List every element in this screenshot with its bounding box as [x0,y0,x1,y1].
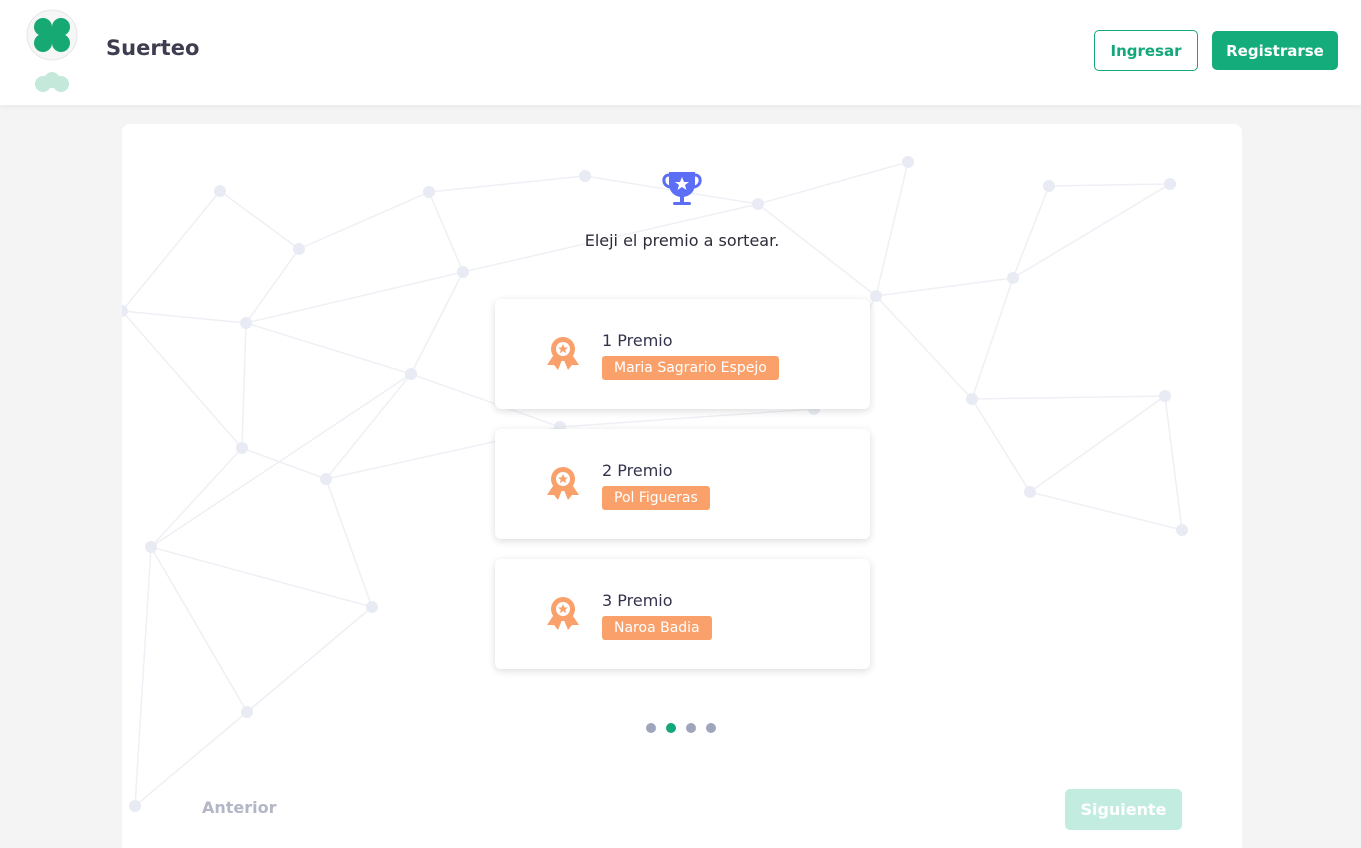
prize-title: 3 Premio [602,591,673,610]
prize-winner-badge: Pol Figueras [602,486,710,510]
prize-winner-badge: Naroa Badia [602,616,712,640]
pagination-dot-3[interactable] [686,723,696,733]
prize-title: 1 Premio [602,331,673,350]
prize-card-3[interactable]: 3 Premio Naroa Badia [495,559,870,669]
pagination-dot-1[interactable] [646,723,656,733]
prize-winner-badge: Maria Sagrario Espejo [602,356,779,380]
prize-title: 2 Premio [602,461,673,480]
previous-button[interactable]: Anterior [202,798,277,817]
prize-selection-panel: Eleji el premio a sortear. 1 Premio Mari… [122,124,1242,848]
next-button[interactable]: Siguiente [1065,789,1182,830]
brand-title: Suerteo [106,36,200,60]
clover-logo-icon[interactable] [26,6,78,96]
prize-card-1[interactable]: 1 Premio Maria Sagrario Espejo [495,299,870,409]
pagination-dots [646,723,716,733]
instruction-text: Eleji el premio a sortear. [584,231,780,250]
award-medal-icon [547,597,579,630]
pagination-dot-2[interactable] [666,723,676,733]
top-header: Suerteo Ingresar Registrarse [0,0,1361,105]
register-button[interactable]: Registrarse [1212,31,1338,70]
trophy-icon [662,172,702,205]
pagination-dot-4[interactable] [706,723,716,733]
prize-card-2[interactable]: 2 Premio Pol Figueras [495,429,870,539]
login-button[interactable]: Ingresar [1094,30,1198,71]
award-medal-icon [547,337,579,370]
award-medal-icon [547,467,579,500]
